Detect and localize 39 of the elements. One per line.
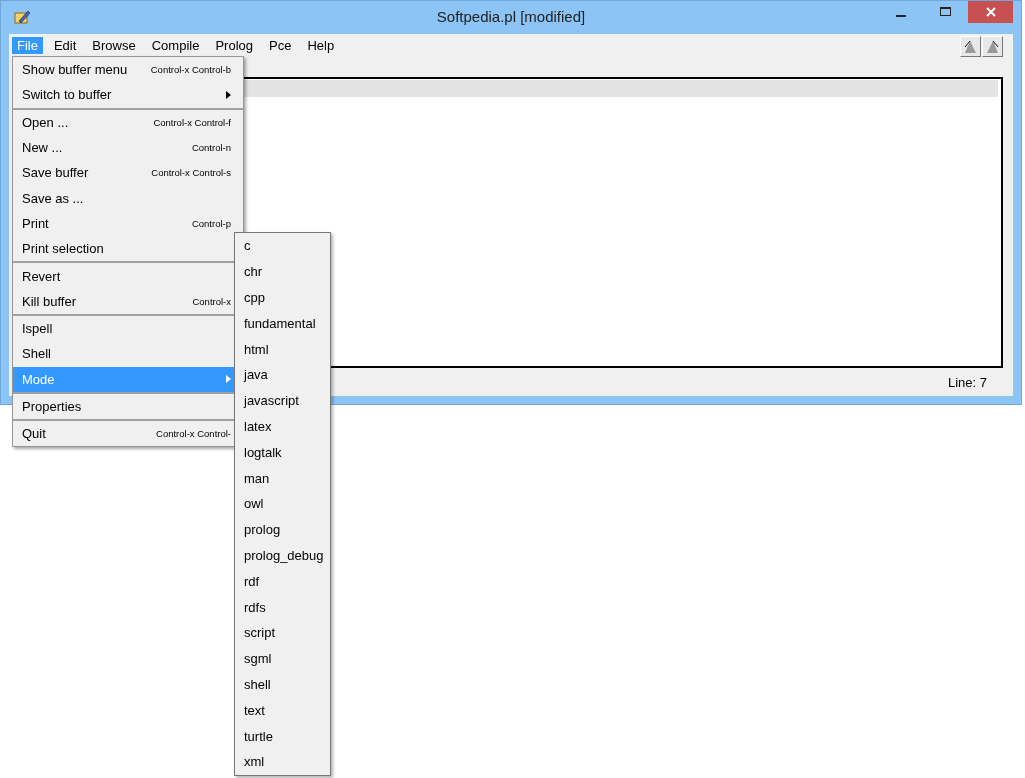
menu-title[interactable]: Pce bbox=[264, 36, 297, 54]
toolbar-button[interactable] bbox=[982, 35, 1003, 57]
menu-item[interactable]: script bbox=[235, 619, 330, 646]
menu-item[interactable]: Save buffer Control-x Control-s bbox=[13, 160, 243, 186]
menu-title[interactable]: Edit bbox=[48, 36, 82, 54]
menu-item[interactable]: sgml bbox=[235, 645, 330, 672]
menu-item[interactable]: Open ... Control-x Control-f bbox=[13, 109, 243, 135]
menu-item[interactable]: Switch to buffer bbox=[13, 82, 243, 108]
toolbar-button[interactable] bbox=[960, 35, 981, 57]
menu-item[interactable]: shell bbox=[235, 671, 330, 698]
menu-title[interactable]: Browse bbox=[87, 36, 141, 54]
menu-item[interactable]: Show buffer menu Control-x Control-b bbox=[13, 57, 243, 83]
pencil-icon bbox=[13, 8, 31, 25]
menu-item[interactable]: prolog bbox=[235, 516, 330, 543]
up-triangle-icon bbox=[985, 38, 1000, 54]
menu-item[interactable]: prolog_debug bbox=[235, 542, 330, 569]
menu-item[interactable]: fundamental bbox=[235, 310, 330, 337]
maximize-icon bbox=[940, 7, 951, 17]
up-triangle-icon bbox=[963, 38, 978, 54]
menu-item[interactable]: cpp bbox=[235, 284, 330, 311]
menu-title[interactable]: Compile bbox=[146, 36, 205, 54]
line-indicator: Line: 7 bbox=[947, 374, 987, 390]
menu-item[interactable]: rdfs bbox=[235, 594, 330, 620]
menu-title[interactable]: Help bbox=[302, 36, 340, 54]
menu-item[interactable]: html bbox=[235, 336, 330, 362]
menu-item[interactable]: owl bbox=[235, 490, 330, 517]
minimize-icon bbox=[895, 14, 906, 17]
close-icon bbox=[985, 7, 996, 17]
menu-item[interactable]: turtle bbox=[235, 723, 330, 749]
menu-title[interactable]: Prolog bbox=[210, 36, 258, 54]
menu-item[interactable]: New ... Control-n bbox=[13, 134, 243, 161]
close-button[interactable] bbox=[968, 1, 1013, 23]
menu-item[interactable]: rdf bbox=[235, 568, 330, 595]
menu-item[interactable]: xml bbox=[235, 748, 330, 775]
menu-item[interactable]: text bbox=[235, 697, 330, 724]
window-title: Softpedia.pl [modified] bbox=[435, 8, 587, 25]
menu-item[interactable]: chr bbox=[235, 258, 330, 285]
menu-item[interactable]: man bbox=[235, 465, 330, 491]
menu-item[interactable]: Save as ... bbox=[13, 185, 243, 211]
